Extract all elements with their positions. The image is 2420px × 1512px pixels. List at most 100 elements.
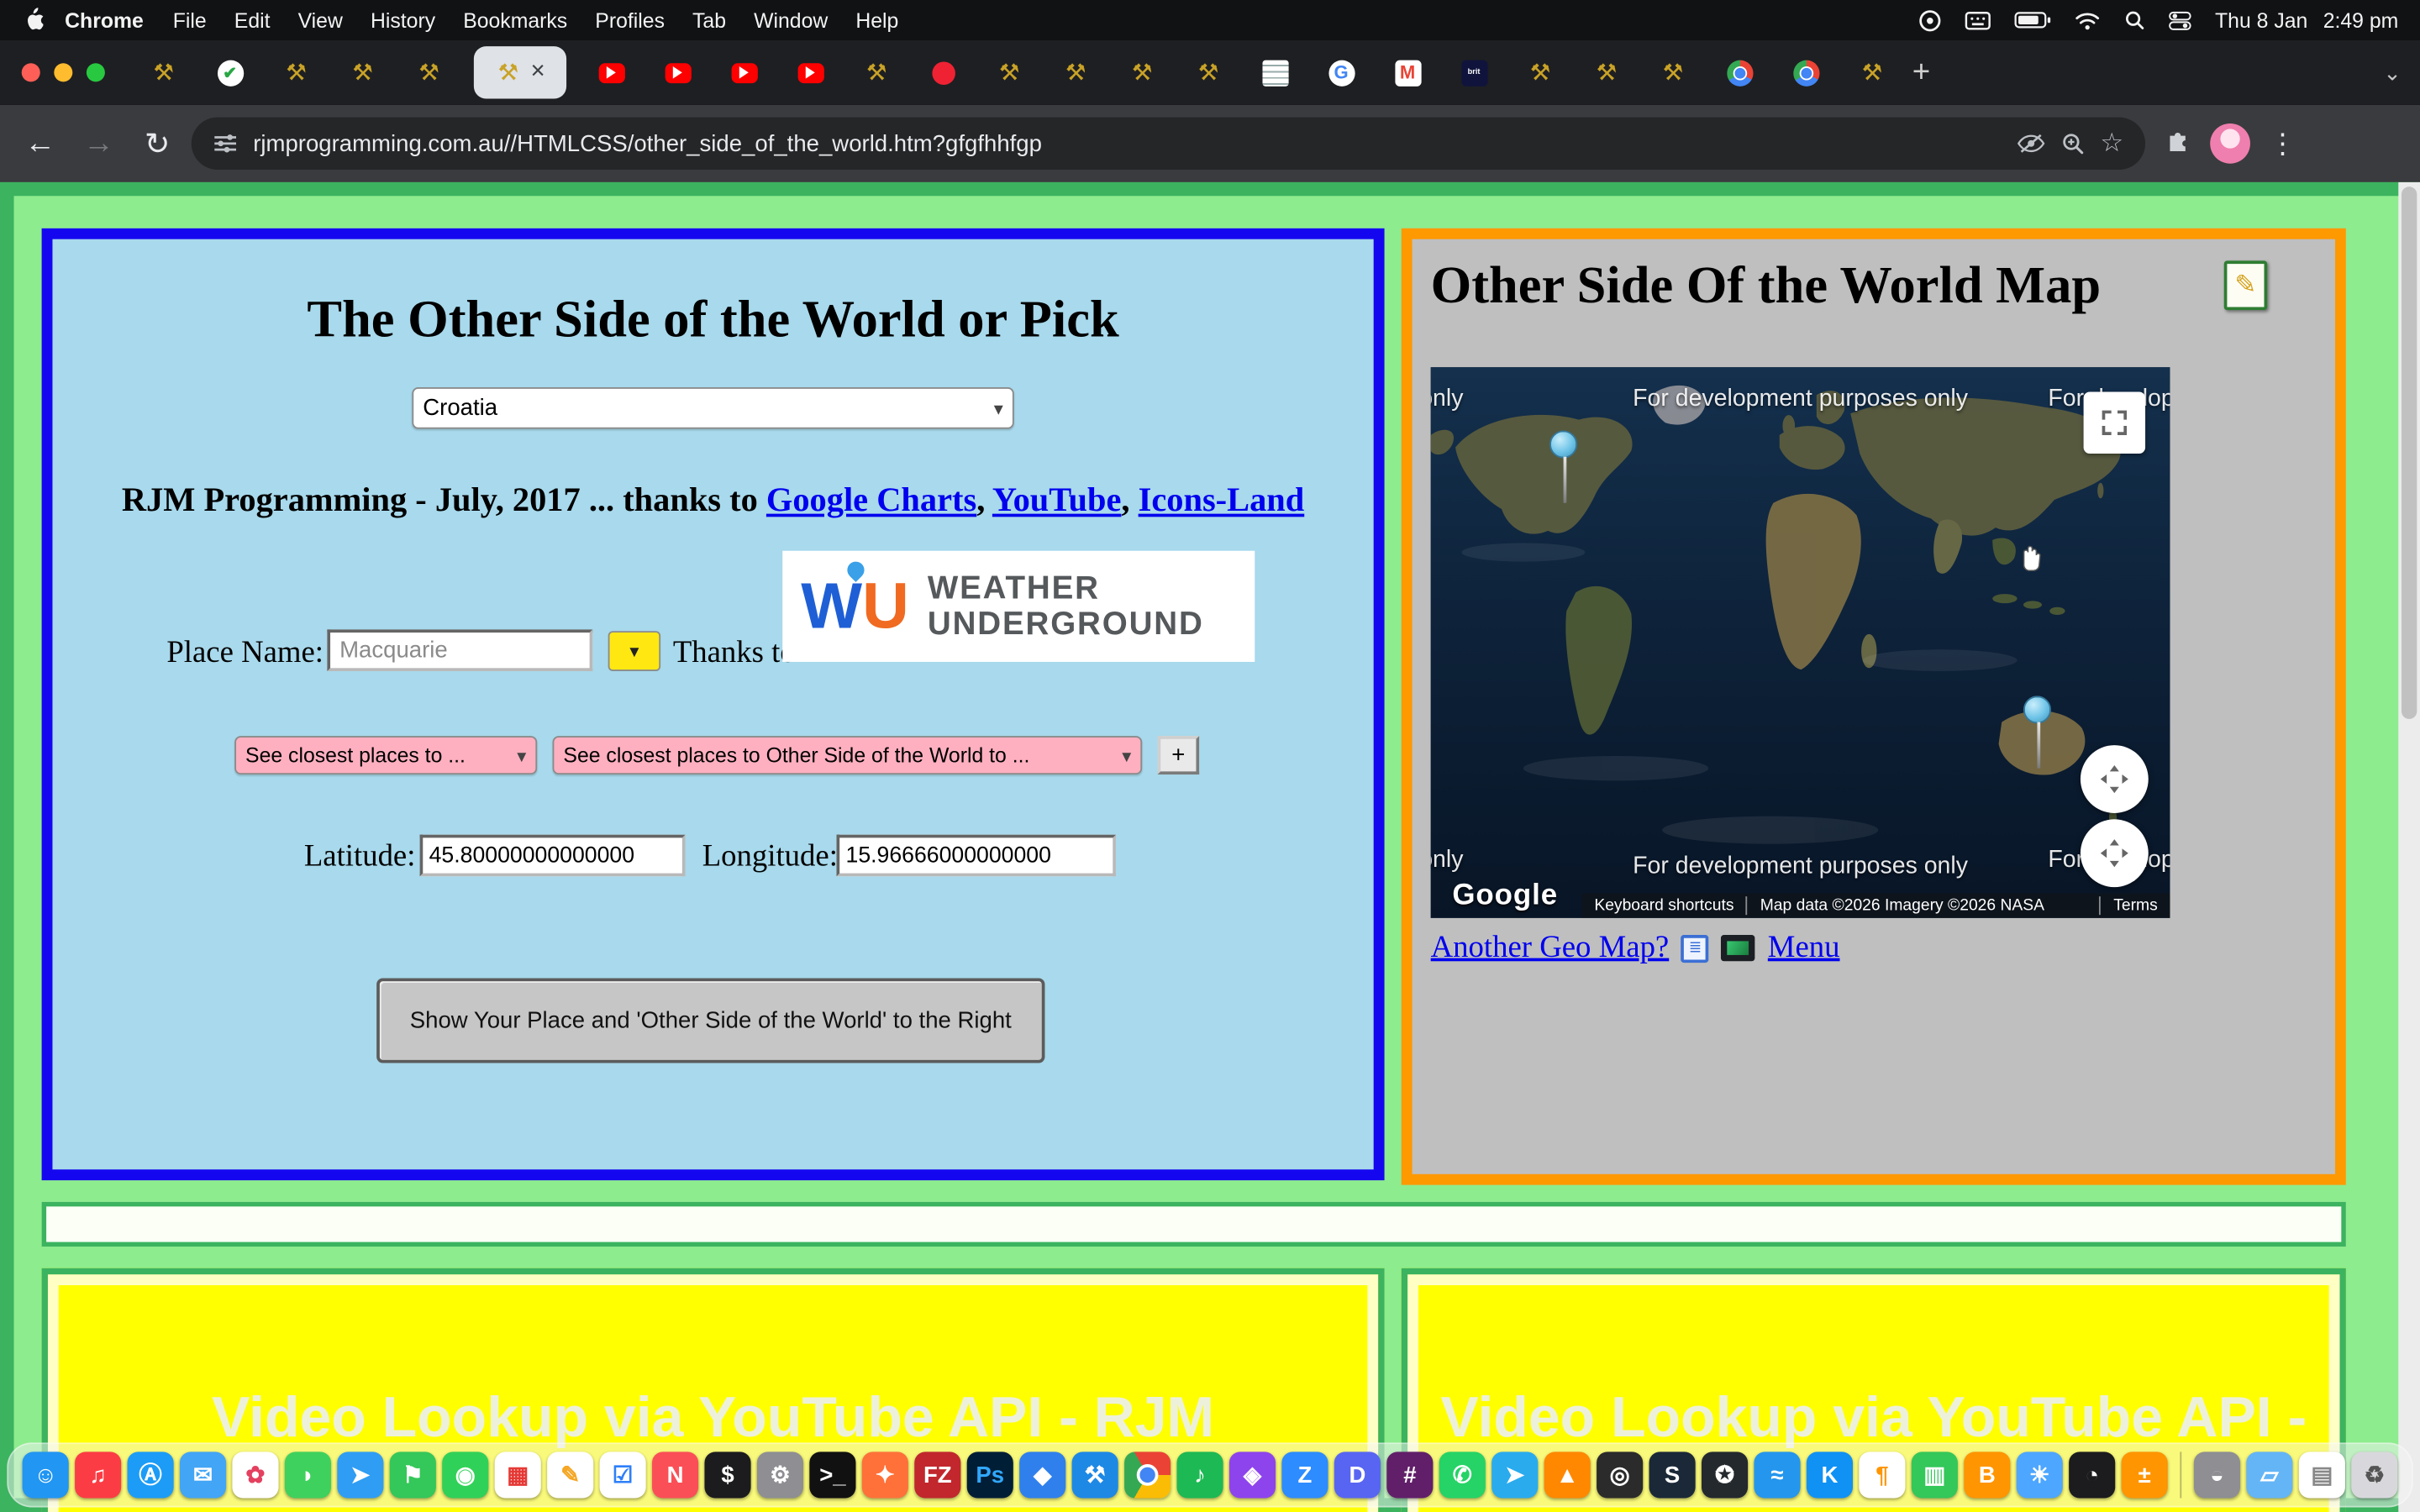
map-pin-place[interactable] [1549, 430, 1577, 458]
forward-button[interactable]: → [74, 118, 124, 168]
zoom-icon[interactable] [2060, 131, 2085, 155]
menu-file[interactable]: File [159, 8, 220, 32]
bookmark-star-icon[interactable]: ☆ [2100, 128, 2123, 159]
dock-steam-icon[interactable]: S [1649, 1452, 1696, 1498]
dock-calculator-icon[interactable]: ± [2122, 1452, 2168, 1498]
dock-clock-icon[interactable]: ◔ [2069, 1452, 2115, 1498]
dock-firefox-icon[interactable]: ✦ [862, 1452, 908, 1498]
status-circle-icon[interactable] [1918, 8, 1942, 32]
browser-tab[interactable]: G [1319, 50, 1362, 96]
dock-github-icon[interactable]: ✪ [1702, 1452, 1748, 1498]
dock-numbers-icon[interactable]: ▥ [1912, 1452, 1958, 1498]
closest-otherside-select[interactable]: See closest places to Other Side of the … [553, 736, 1143, 774]
dock-whatsapp-icon[interactable]: ✆ [1439, 1452, 1486, 1498]
profile-avatar[interactable] [2210, 123, 2250, 164]
site-settings-icon[interactable] [213, 131, 237, 155]
omnibox[interactable]: rjmprogramming.com.au//HTMLCSS/other_sid… [192, 118, 2145, 170]
latitude-input[interactable] [420, 835, 686, 877]
dock-vscode-icon[interactable]: ◆ [1019, 1452, 1065, 1498]
dock-calendar-icon[interactable]: ▦ [495, 1452, 541, 1498]
browser-tab[interactable]: ✔ [208, 50, 251, 96]
terms-link[interactable]: Terms [2102, 896, 2170, 915]
browser-tab[interactable]: ⚒ [855, 50, 898, 96]
browser-tab[interactable]: ⚒ [142, 50, 185, 96]
dock-pages-icon[interactable]: ¶ [1859, 1452, 1905, 1498]
menubar-app-name[interactable]: Chrome [50, 8, 159, 32]
browser-tab[interactable] [1253, 50, 1296, 96]
menu-tab[interactable]: Tab [679, 8, 740, 32]
tab-search-chevron-icon[interactable]: ⌄ [2383, 60, 2402, 86]
extensions-puzzle-icon[interactable] [2164, 126, 2191, 161]
dock-obs-icon[interactable]: ◎ [1597, 1452, 1643, 1498]
browser-tab[interactable]: ⚒ [1054, 50, 1097, 96]
dock-safari-icon[interactable]: ➤ [337, 1452, 383, 1498]
browser-tab[interactable]: ⚒ [408, 50, 450, 96]
scrollbar-thumb[interactable] [2402, 186, 2417, 719]
menubar-clock[interactable]: Thu 8 Jan 2:49 pm [2215, 8, 2398, 32]
browser-tab[interactable]: ⚒ [988, 50, 1031, 96]
browser-tab[interactable]: ⚒ [1120, 50, 1163, 96]
browser-tab[interactable]: ⚒ [341, 50, 384, 96]
browser-tab[interactable] [1718, 50, 1760, 96]
menu-link[interactable]: Menu [1768, 931, 1840, 966]
pan-control-button-2[interactable] [2081, 819, 2149, 887]
browser-tab[interactable]: ⚒ [1518, 50, 1561, 96]
dock-mail-icon[interactable]: ✉ [180, 1452, 226, 1498]
dock-keynote-icon[interactable]: K [1807, 1452, 1853, 1498]
apple-logo-icon[interactable] [22, 8, 44, 32]
dock-weather-icon[interactable]: ☀ [2017, 1452, 2063, 1498]
another-geo-map-link[interactable]: Another Geo Map? [1431, 931, 1670, 966]
minimize-window-button[interactable] [54, 63, 72, 81]
browser-tab[interactable] [789, 50, 832, 96]
dock-reminders-icon[interactable]: ☑ [600, 1452, 646, 1498]
dock-messages-icon[interactable]: ◗ [285, 1452, 331, 1498]
dock-document-icon[interactable]: ▤ [2299, 1452, 2345, 1498]
menu-edit[interactable]: Edit [220, 8, 284, 32]
dock-filezilla-icon[interactable]: FZ [914, 1452, 960, 1498]
browser-tab[interactable]: ⚒ [1186, 50, 1229, 96]
control-center-icon[interactable] [2169, 8, 2192, 32]
keyboard-icon[interactable] [1965, 10, 1991, 30]
menu-help[interactable]: Help [842, 8, 913, 32]
menu-window[interactable]: Window [740, 8, 842, 32]
browser-tab[interactable] [723, 50, 765, 96]
dock-spotify-icon[interactable]: ♪ [1177, 1452, 1223, 1498]
place-name-input[interactable] [327, 629, 592, 671]
dock-slack-icon[interactable]: # [1386, 1452, 1433, 1498]
dock-facetime-icon[interactable]: ◉ [442, 1452, 488, 1498]
dock-chrome-icon[interactable] [1124, 1452, 1171, 1498]
dock-finder-icon[interactable]: ☺ [23, 1452, 69, 1498]
dock-vlc-icon[interactable]: ▲ [1544, 1452, 1591, 1498]
dock-zoom-icon[interactable]: Z [1281, 1452, 1328, 1498]
dock-books-icon[interactable]: B [1964, 1452, 2010, 1498]
browser-tab[interactable]: ⚒ [1651, 50, 1694, 96]
page-scrollbar[interactable] [2398, 182, 2420, 1512]
browser-tab[interactable] [656, 50, 699, 96]
browser-tab[interactable]: ⚒ [275, 50, 318, 96]
back-button[interactable]: ← [15, 118, 65, 168]
wifi-icon[interactable] [2075, 10, 2101, 30]
dock-music-icon[interactable]: ♫ [75, 1452, 121, 1498]
youtube-link[interactable]: YouTube [992, 480, 1122, 518]
battery-icon[interactable] [2014, 11, 2051, 29]
dock-folder-icon[interactable]: ▱ [2246, 1452, 2292, 1498]
browser-tab[interactable] [1784, 50, 1827, 96]
spotlight-search-icon[interactable] [2124, 9, 2146, 31]
map-pin-otherside[interactable] [2023, 696, 2051, 723]
menu-profiles[interactable]: Profiles [581, 8, 679, 32]
menu-history[interactable]: History [356, 8, 449, 32]
browser-tab[interactable] [590, 50, 633, 96]
maximize-window-button[interactable] [87, 63, 105, 81]
dock-telegram-icon[interactable]: ➤ [1491, 1452, 1538, 1498]
browser-tab[interactable]: ⚒ [1850, 50, 1893, 96]
close-window-button[interactable] [22, 63, 40, 81]
privacy-eye-icon[interactable] [2017, 133, 2044, 155]
monitor-icon[interactable] [1722, 935, 1755, 961]
dock-podcasts-icon[interactable]: ◈ [1229, 1452, 1276, 1498]
dock-terminal-icon[interactable]: >_ [809, 1452, 855, 1498]
dock-xcode-icon[interactable]: ⚒ [1072, 1452, 1118, 1498]
place-suggest-select[interactable]: ▾ [608, 631, 660, 671]
menu-bookmarks[interactable]: Bookmarks [450, 8, 581, 32]
browser-tab[interactable] [922, 50, 965, 96]
dock-stocks-icon[interactable]: $ [704, 1452, 750, 1498]
